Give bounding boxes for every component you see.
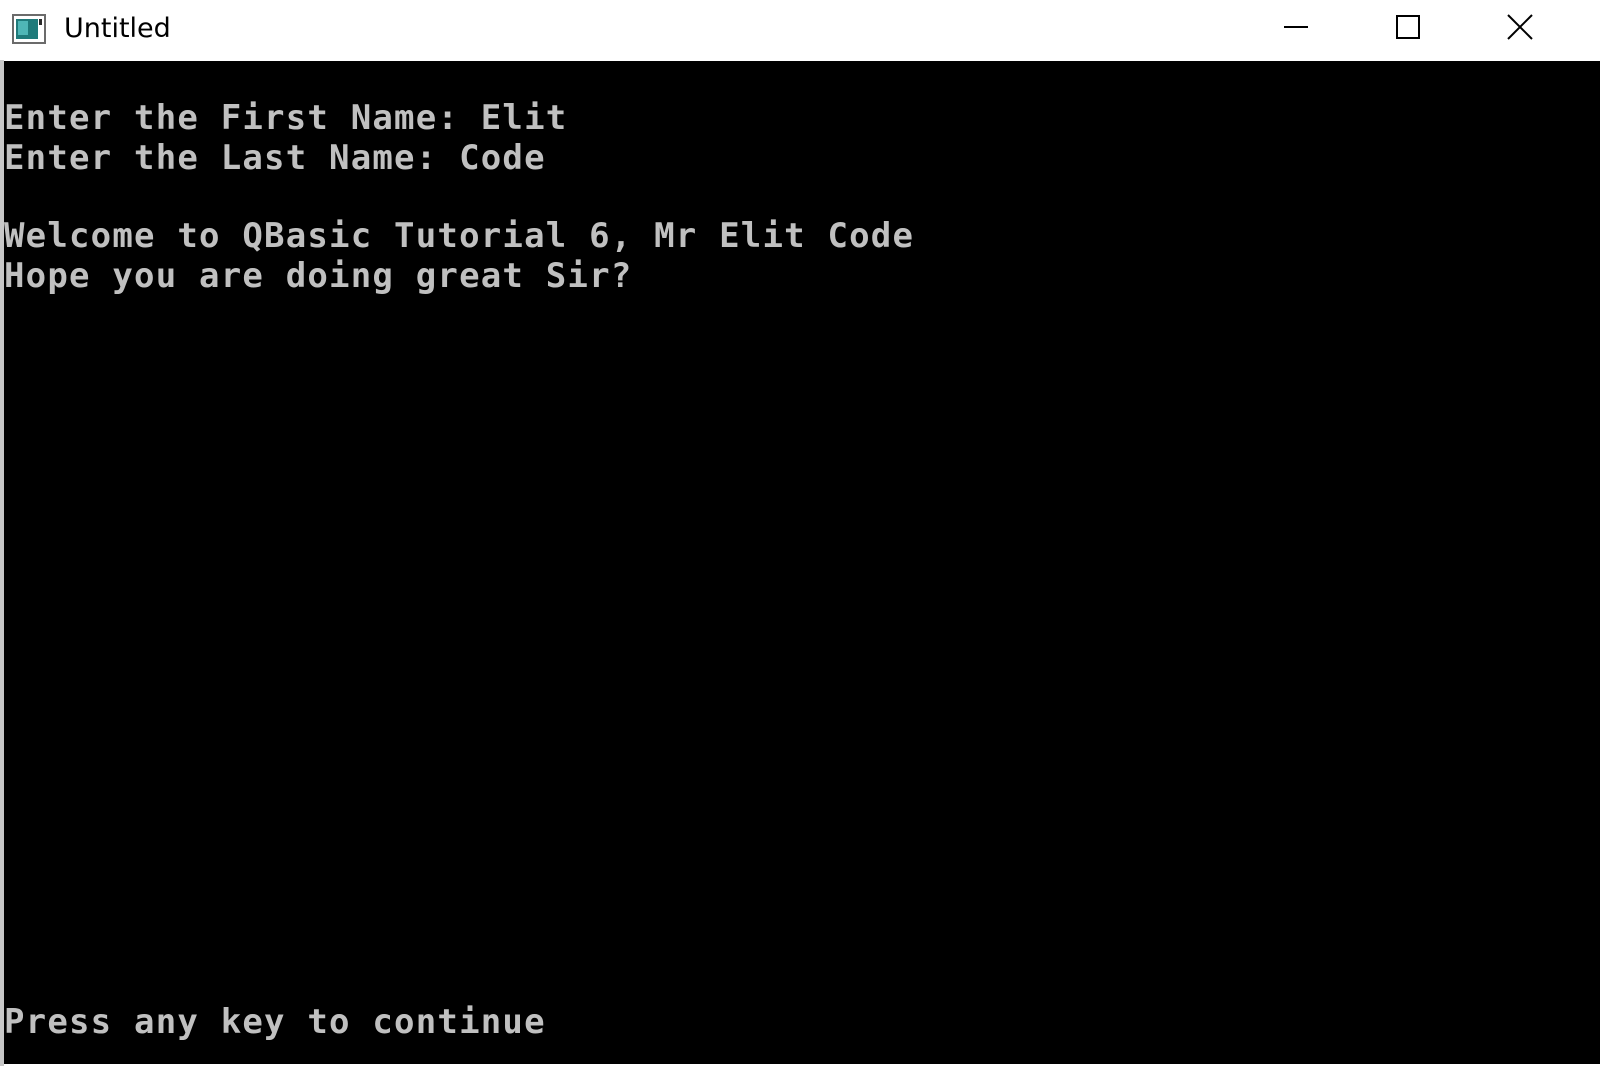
title-bar[interactable]: Untitled [0, 0, 1600, 60]
maximize-icon [1394, 13, 1422, 46]
minimize-button[interactable] [1240, 0, 1352, 58]
close-button[interactable] [1464, 0, 1576, 58]
app-window: Untitled Enter the First Name: Elit Ente… [0, 0, 1600, 1066]
console-line: Welcome to QBasic Tutorial 6, Mr Elit Co… [4, 216, 915, 256]
window-title: Untitled [64, 13, 171, 44]
continue-prompt: Press any key to continue [4, 1002, 546, 1042]
minimize-icon [1282, 13, 1310, 46]
console-output-area[interactable] [4, 61, 1600, 1064]
console-line: Enter the Last Name: Code [4, 138, 546, 178]
console-line: Enter the First Name: Elit [4, 98, 568, 138]
console-app-icon[interactable] [12, 13, 46, 45]
maximize-button[interactable] [1352, 0, 1464, 58]
close-icon [1506, 13, 1534, 46]
console-line: Hope you are doing great Sir? [4, 256, 633, 296]
